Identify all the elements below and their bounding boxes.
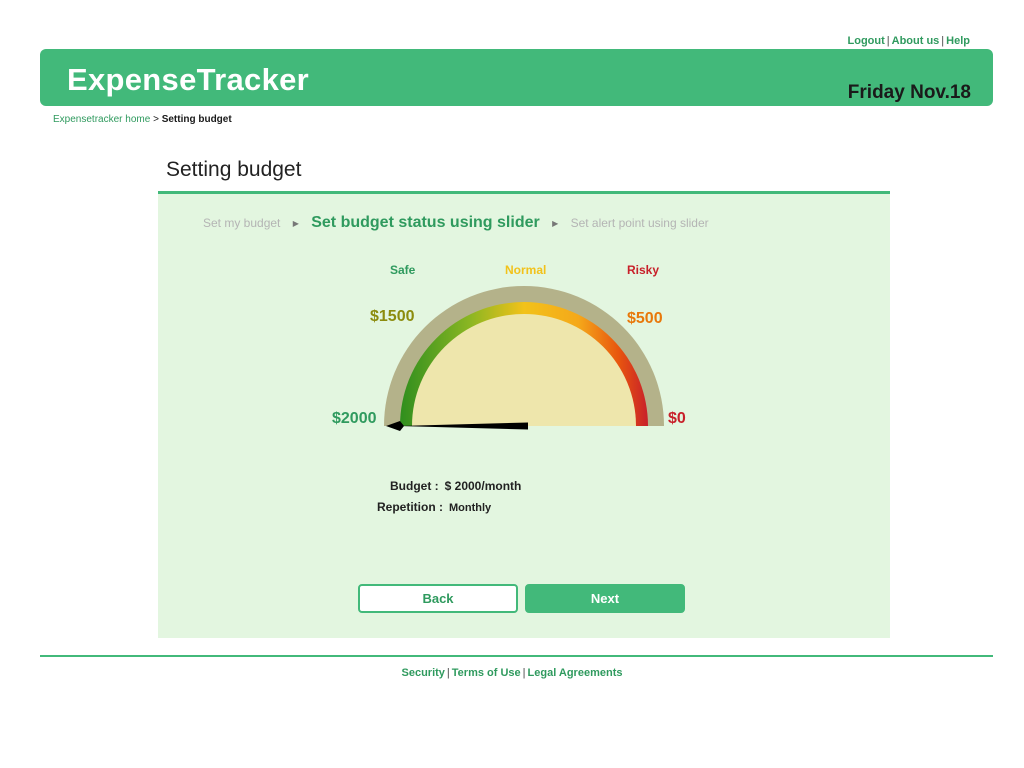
app-header: ExpenseTracker Friday Nov.18 xyxy=(40,49,993,106)
app-logo[interactable]: ExpenseTracker xyxy=(67,62,309,98)
help-link[interactable]: Help xyxy=(946,35,970,47)
budget-label: Budget : xyxy=(390,479,439,493)
breadcrumb: Expensetracker home > Setting budget xyxy=(53,114,232,125)
gauge-label-2000: $2000 xyxy=(332,410,377,427)
current-date: Friday Nov.18 xyxy=(847,82,971,103)
terms-of-use-link[interactable]: Terms of Use xyxy=(452,667,521,679)
about-us-link[interactable]: About us xyxy=(892,35,940,47)
gauge-label-500: $500 xyxy=(627,310,663,327)
budget-panel: Set my budget ▶ Set budget status using … xyxy=(158,194,890,638)
footer-divider xyxy=(40,655,993,657)
logout-link[interactable]: Logout xyxy=(848,35,885,47)
breadcrumb-separator: > xyxy=(153,114,159,125)
top-links: Logout | About us | Help xyxy=(848,35,971,47)
breadcrumb-home-link[interactable]: Expensetracker home xyxy=(53,114,150,125)
separator: | xyxy=(522,667,526,679)
breadcrumb-current: Setting budget xyxy=(161,114,232,125)
gauge-label-0: $0 xyxy=(668,410,686,427)
repetition-info: Repetition : Monthly xyxy=(377,500,491,514)
back-button[interactable]: Back xyxy=(358,584,518,613)
security-link[interactable]: Security xyxy=(402,667,445,679)
legal-agreements-link[interactable]: Legal Agreements xyxy=(528,667,623,679)
separator: | xyxy=(446,667,450,679)
page-title: Setting budget xyxy=(166,158,302,181)
repetition-label: Repetition : xyxy=(377,500,443,514)
footer-links: Security | Terms of Use | Legal Agreements xyxy=(0,667,1024,679)
budget-value: $ 2000/month xyxy=(444,479,522,493)
gauge-label-1500: $1500 xyxy=(370,308,415,325)
next-button[interactable]: Next xyxy=(525,584,685,613)
budget-info: Budget : $ 2000/month xyxy=(390,479,521,493)
budget-gauge[interactable] xyxy=(158,194,890,454)
separator: | xyxy=(941,35,945,47)
repetition-value: Monthly xyxy=(449,502,492,514)
separator: | xyxy=(886,35,890,47)
